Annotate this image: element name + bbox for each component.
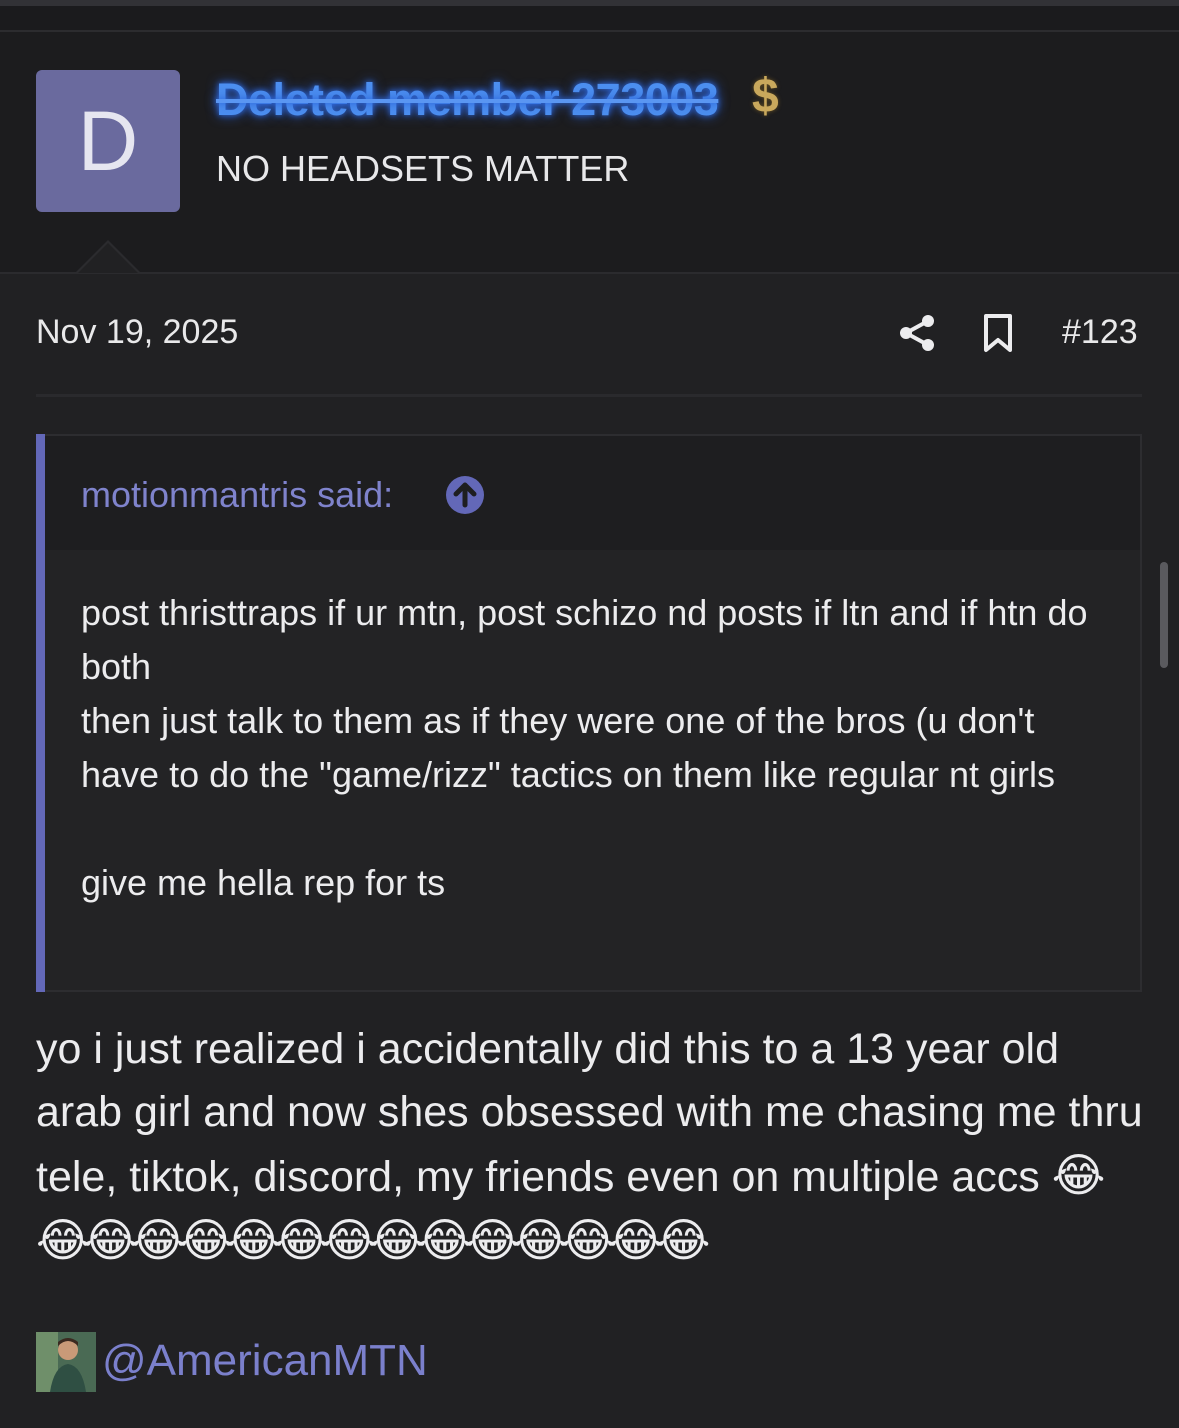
avatar-initial: D	[77, 93, 139, 188]
scrollbar[interactable]	[1160, 562, 1168, 668]
header-pointer-fill	[78, 243, 138, 273]
arrow-up-circle-icon[interactable]	[445, 475, 485, 515]
post-number[interactable]: #123	[1062, 313, 1138, 352]
post-date[interactable]: Nov 19, 2025	[36, 313, 238, 352]
bookmark-icon[interactable]	[980, 313, 1016, 353]
quote-line: post thristtraps if ur mtn, post schizo …	[81, 592, 1088, 687]
signature-avatar	[36, 1332, 96, 1392]
divider	[36, 394, 1142, 397]
quote-line: then just talk to them as if they were o…	[81, 700, 1056, 795]
signature-handle[interactable]: @AmericanMTN	[102, 1336, 428, 1386]
post-text: yo i just realized i accidentally did th…	[36, 1025, 1143, 1201]
quote-body: post thristtraps if ur mtn, post schizo …	[81, 586, 1121, 910]
top-strip	[0, 0, 1179, 6]
dollar-icon: $	[752, 70, 779, 123]
quote-author[interactable]: motionmantris said:	[81, 474, 393, 516]
share-icon[interactable]	[898, 313, 938, 353]
user-title: NO HEADSETS MATTER	[216, 148, 630, 189]
post-body: yo i just realized i accidentally did th…	[36, 1018, 1146, 1274]
avatar[interactable]: D	[36, 70, 180, 212]
quote-line: give me hella rep for ts	[81, 862, 446, 903]
username[interactable]: Deleted member 273003	[216, 74, 719, 126]
quote-accent-bar	[36, 434, 45, 992]
top-bar	[0, 0, 1179, 32]
